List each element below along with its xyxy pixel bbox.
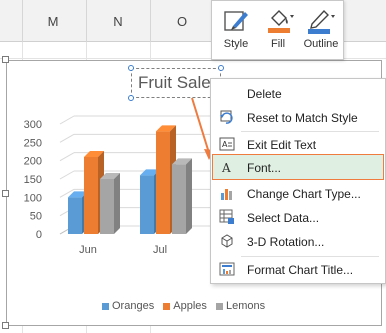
menu-item-label: Select Data...	[247, 211, 320, 225]
rotation-3d-icon	[221, 234, 233, 248]
menu-item-reset-to-match-style[interactable]: Reset to Match Style	[213, 105, 383, 130]
font-icon: A	[221, 161, 231, 175]
menu-item-change-chart-type[interactable]: Change Chart Type...	[213, 181, 383, 206]
reset-style-icon	[220, 110, 233, 124]
change-chart-type-icon	[221, 189, 232, 200]
menu-item-label: Change Chart Type...	[247, 187, 361, 201]
menu-item-label: Delete	[247, 87, 282, 101]
menu-item-font[interactable]: A Font...	[212, 154, 384, 180]
menu-item-label: Format Chart Title...	[247, 263, 354, 277]
menu-item-label: Reset to Match Style	[247, 111, 358, 125]
format-title-icon	[219, 262, 235, 276]
menu-item-label: 3-D Rotation...	[247, 235, 325, 249]
menu-item-delete[interactable]: Delete	[213, 81, 383, 106]
menu-item-label: Font...	[247, 161, 282, 175]
context-menu: Delete Reset to Match Style A Exit Edit …	[210, 78, 386, 284]
menu-item-format-chart-title[interactable]: Format Chart Title...	[213, 257, 383, 282]
svg-text:A: A	[222, 140, 228, 149]
menu-item-select-data[interactable]: Select Data...	[213, 205, 383, 230]
exit-edit-text-icon: A	[219, 137, 235, 151]
svg-text:A: A	[221, 161, 231, 175]
menu-item-label: Exit Edit Text	[247, 138, 317, 152]
select-data-icon	[219, 209, 234, 224]
menu-item-3d-rotation[interactable]: 3-D Rotation...	[213, 229, 383, 254]
